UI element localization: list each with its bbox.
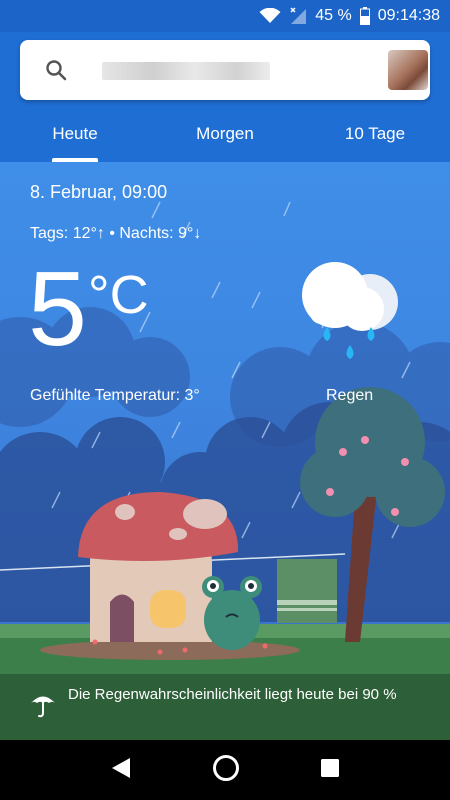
wifi-icon	[259, 8, 281, 24]
tab-bar: Heute Morgen 10 Tage	[0, 106, 450, 162]
back-icon[interactable]	[110, 756, 132, 785]
home-icon[interactable]	[212, 754, 240, 787]
feels-like: Gefühlte Temperatur: 3°	[30, 387, 200, 404]
tab-tomorrow[interactable]: Morgen	[150, 106, 300, 162]
current-temperature: 5	[28, 250, 87, 368]
rain-cloud-icon	[300, 257, 400, 372]
signal-icon	[289, 7, 307, 25]
rain-probability-text: Die Regenwahrscheinlichkeit liegt heute …	[68, 686, 397, 703]
high-low-temps: Tags: 12°↑ • Nachts: 9°↓	[30, 225, 202, 242]
scene-illustration	[0, 201, 450, 740]
temperature-unit: °C	[88, 265, 149, 325]
condition-label: Regen	[326, 387, 374, 404]
rain-probability-banner[interactable]: Die Regenwahrscheinlichkeit liegt heute …	[0, 674, 450, 740]
search-query-redacted[interactable]	[102, 62, 270, 80]
battery-icon	[359, 7, 370, 25]
recents-icon[interactable]	[320, 758, 340, 783]
tab-today[interactable]: Heute	[0, 106, 150, 162]
search-bar[interactable]	[20, 40, 430, 100]
search-icon[interactable]	[44, 58, 68, 87]
avatar[interactable]	[388, 50, 428, 90]
tab-10-days[interactable]: 10 Tage	[300, 106, 450, 162]
battery-text: 45 %	[315, 7, 352, 24]
forecast-date: 8. Februar, 09:00	[30, 182, 168, 202]
navigation-bar	[0, 740, 450, 800]
status-bar: 45 % 09:14:38	[0, 0, 450, 32]
umbrella-icon	[30, 690, 56, 723]
clock: 09:14:38	[377, 7, 440, 24]
app-header: Heute Morgen 10 Tage	[0, 32, 450, 162]
weather-scene: 8. Februar, 09:00 Tags: 12°↑ • Nachts: 9…	[0, 162, 450, 740]
